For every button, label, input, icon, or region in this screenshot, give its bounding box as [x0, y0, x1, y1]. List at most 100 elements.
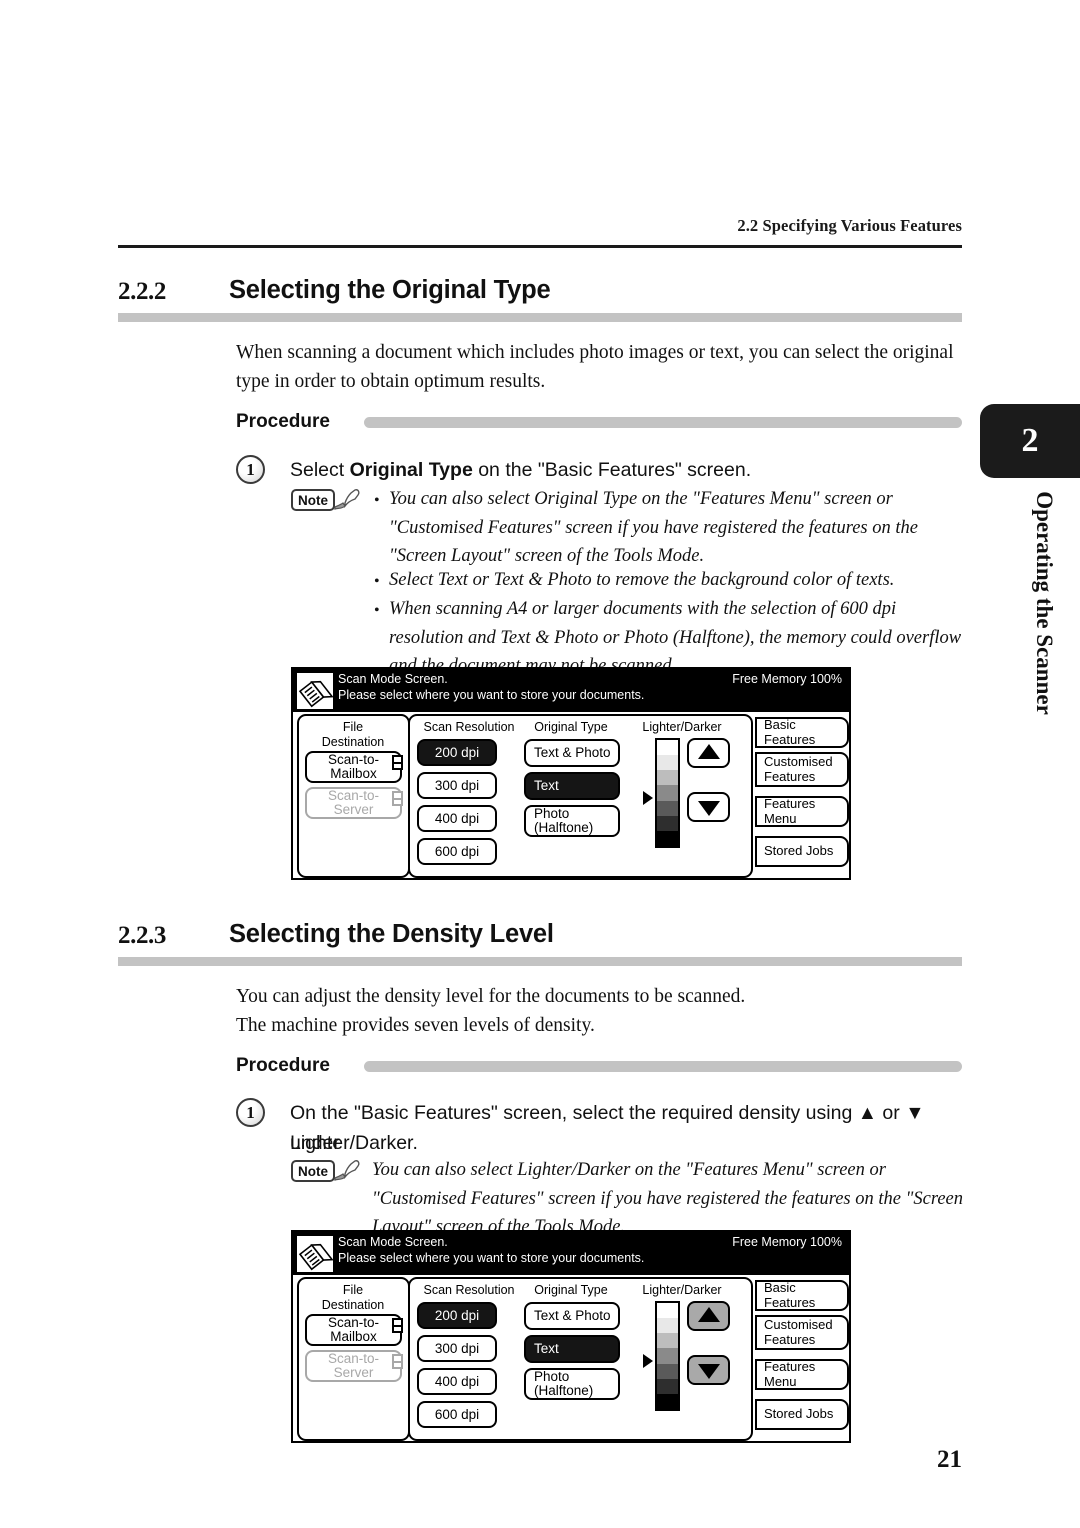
file-destination-title-l1: File — [342, 720, 364, 734]
page-number: 21 — [937, 1446, 962, 1473]
resolution-600dpi-button-2[interactable]: 600 dpi — [417, 1401, 497, 1428]
tab-features-menu-2[interactable]: Features Menu — [755, 1359, 849, 1390]
density-level-5 — [657, 800, 678, 816]
density-level-7b — [657, 1393, 678, 1409]
file-destination-title: File Destination — [303, 720, 403, 749]
resolution-200dpi-button[interactable]: 200 dpi — [417, 739, 497, 766]
resolution-300dpi-button[interactable]: 300 dpi — [417, 772, 497, 799]
scan-to-mailbox-2-l1: Scan-to- — [327, 1315, 380, 1330]
panel-header: Scan Mode Screen. Please select where yo… — [293, 669, 849, 712]
scan-to-mailbox-button-2[interactable]: Scan-to- Mailbox — [305, 1314, 402, 1346]
tab-features-menu[interactable]: Features Menu — [755, 796, 849, 827]
photo-halftone-2-l1: Photo — [534, 1369, 570, 1384]
density-level-5b — [657, 1363, 678, 1379]
section-2-2-3-intro-line2: The machine provides seven levels of den… — [236, 1015, 595, 1036]
density-level-7 — [657, 830, 678, 846]
lighter-darker-title: Lighter/Darker — [642, 720, 722, 734]
free-memory-status: Free Memory 100% — [732, 672, 842, 686]
step-text-emphasis: Original Type — [349, 459, 473, 481]
free-memory-status-2: Free Memory 100% — [732, 1235, 842, 1249]
document-page: 2.2 Specifying Various Features 2 Operat… — [0, 0, 1080, 1528]
density-level-4b — [657, 1348, 678, 1364]
section-2-2-3-intro-line1: You can adjust the density level for the… — [236, 986, 746, 1007]
section-number: 2.2.2 — [118, 278, 167, 305]
original-type-text-button-2[interactable]: Text — [524, 1335, 620, 1363]
scan-to-mailbox-2-l2: Mailbox — [330, 1329, 377, 1344]
density-gradient-bar-2[interactable] — [655, 1301, 680, 1411]
density-pointer-icon — [643, 791, 653, 805]
original-type-text-button[interactable]: Text — [524, 772, 620, 800]
note-pen-icon-2 — [334, 1160, 360, 1181]
scan-to-mailbox-button[interactable]: Scan-to- Mailbox — [305, 751, 402, 783]
mailbox-tab-icon-2 — [392, 1318, 403, 1333]
header-rule — [118, 245, 962, 248]
scan-to-server-button[interactable]: Scan-to- Server — [305, 787, 402, 819]
scan-resolution-title: Scan Resolution — [423, 720, 515, 734]
resolution-200dpi-button-2[interactable]: 200 dpi — [417, 1302, 497, 1329]
tab-customised-features-2[interactable]: Customised Features — [755, 1315, 849, 1350]
photo-halftone-2-l2: (Halftone) — [534, 1383, 594, 1398]
scan-to-server-2-l1: Scan-to- — [327, 1351, 380, 1366]
density-level-4 — [657, 785, 678, 801]
note-pen-icon — [334, 489, 360, 510]
tab-basic-features[interactable]: Basic Features — [755, 717, 849, 748]
density-gradient-bar[interactable] — [655, 738, 680, 848]
resolution-400dpi-button-2[interactable]: 400 dpi — [417, 1368, 497, 1395]
resolution-600dpi-button[interactable]: 600 dpi — [417, 838, 497, 865]
density-down-button[interactable] — [687, 792, 730, 822]
panel-body: File Destination Scan-to- Mailbox Scan-t… — [293, 712, 849, 880]
tab-basic-features-2[interactable]: Basic Features — [755, 1280, 849, 1311]
density-down-button-2[interactable] — [687, 1355, 730, 1385]
section-rule — [118, 313, 962, 322]
panel-header-line1: Scan Mode Screen. — [338, 672, 448, 686]
step-text-suffix: on the "Basic Features" screen. — [472, 459, 752, 481]
note-bullet-1: • — [374, 492, 380, 509]
resolution-300dpi-button-2[interactable]: 300 dpi — [417, 1335, 497, 1362]
step-number-2: 1 — [236, 1098, 265, 1127]
original-type-text-photo-button-2[interactable]: Text & Photo — [524, 1302, 620, 1330]
section-number-2: 2.2.3 — [118, 922, 167, 949]
density-level-6 — [657, 815, 678, 831]
note-text-4: You can also select Lighter/Darker on th… — [372, 1160, 964, 1237]
running-head: 2.2 Specifying Various Features — [737, 216, 962, 235]
panel-header-2-line1: Scan Mode Screen. — [338, 1235, 448, 1249]
original-type-photo-halftone-button-2[interactable]: Photo (Halftone) — [524, 1368, 620, 1400]
section-2-2-2-intro: When scanning a document which includes … — [236, 342, 954, 392]
file-destination-title-2-l1: File — [342, 1283, 364, 1297]
original-type-title: Original Type — [534, 720, 608, 734]
mailbox-tab-icon — [392, 755, 403, 770]
chapter-tab-number: 2 — [1021, 422, 1039, 459]
density-level-3b — [657, 1333, 678, 1349]
section-title-2: Selecting the Density Level — [229, 920, 554, 948]
resolution-400dpi-button[interactable]: 400 dpi — [417, 805, 497, 832]
note-bullet-3: • — [374, 602, 380, 619]
step-text-prefix: Select — [290, 459, 350, 481]
scan-to-server-l1: Scan-to- — [327, 788, 380, 803]
density-up-button-2[interactable] — [687, 1301, 730, 1331]
tab-stored-jobs[interactable]: Stored Jobs — [755, 836, 849, 867]
density-pointer-icon-2 — [643, 1354, 653, 1368]
note-text-2: Select Text or Text & Photo to remove th… — [389, 570, 895, 590]
file-destination-title-2: File Destination — [303, 1283, 403, 1312]
server-tab-icon — [392, 791, 403, 806]
scan-to-mailbox-l1: Scan-to- — [327, 752, 380, 767]
scan-resolution-title-2: Scan Resolution — [423, 1283, 515, 1297]
scanner-document-icon — [297, 673, 334, 709]
original-type-photo-halftone-button[interactable]: Photo (Halftone) — [524, 805, 620, 837]
density-level-3 — [657, 770, 678, 786]
tab-stored-jobs-2[interactable]: Stored Jobs — [755, 1399, 849, 1430]
step-text-2-line2: Lighter/Darker. — [290, 1132, 418, 1154]
note-badge-1: Note — [291, 489, 335, 511]
tab-customised-2-l1: Customised — [764, 1317, 833, 1332]
procedure-rule-1 — [364, 417, 962, 428]
original-type-text-photo-button[interactable]: Text & Photo — [524, 739, 620, 767]
density-up-button[interactable] — [687, 738, 730, 768]
tab-customised-2-l2: Features — [764, 1331, 816, 1347]
chapter-tab-label: Operating the Scanner — [1032, 491, 1057, 715]
tab-customised-features[interactable]: Customised Features — [755, 752, 849, 787]
panel-header-2-line2: Please select where you want to store yo… — [338, 1251, 645, 1265]
scan-to-server-l2: Server — [333, 802, 374, 817]
procedure-label-2: Procedure — [236, 1055, 330, 1076]
scan-to-server-button-2[interactable]: Scan-to- Server — [305, 1350, 402, 1382]
lighter-darker-title-2: Lighter/Darker — [642, 1283, 722, 1297]
